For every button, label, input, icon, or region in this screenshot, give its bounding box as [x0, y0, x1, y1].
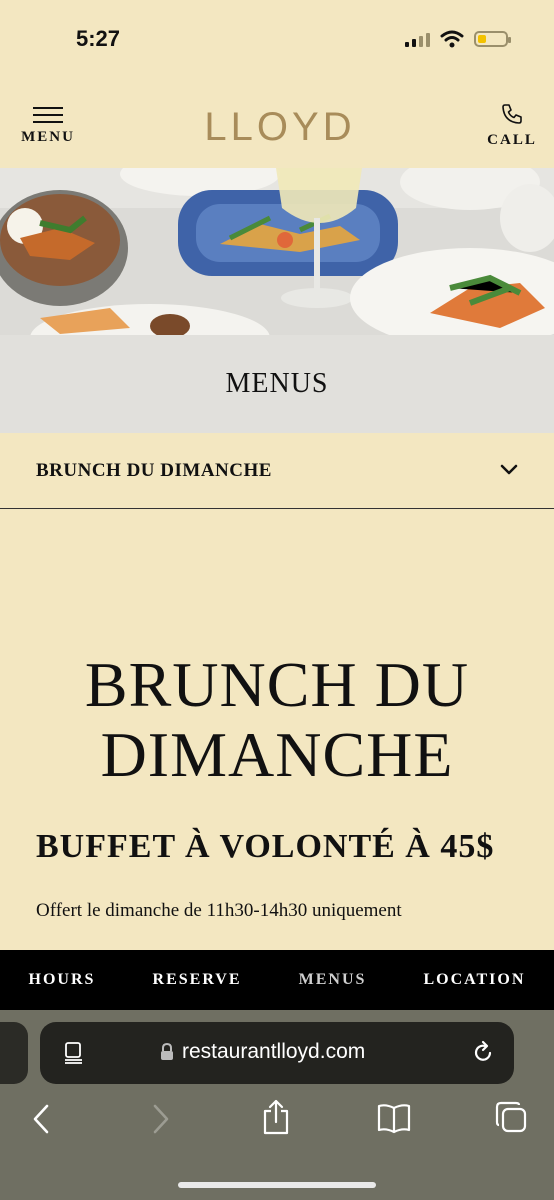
nav-hours[interactable]: HOURS: [29, 971, 96, 989]
status-time: 5:27: [76, 26, 121, 51]
share-icon[interactable]: [260, 1098, 292, 1136]
menus-heading: MENUS: [225, 368, 329, 399]
forward-icon[interactable]: [150, 1102, 172, 1136]
hamburger-icon: [33, 107, 63, 123]
chevron-down-icon: [500, 464, 518, 475]
battery-level: [478, 35, 486, 43]
bottom-nav: HOURS RESERVE MENUS LOCATION: [0, 950, 554, 1010]
call-label: CALL: [487, 132, 537, 148]
price-subtitle: BUFFET À VOLONTÉ À 45$: [36, 828, 495, 865]
dropdown-selected-value: BRUNCH DU DIMANCHE: [36, 460, 272, 481]
availability-text: Offert le dimanche de 11h30-14h30 unique…: [36, 900, 402, 921]
reload-icon[interactable]: [470, 1040, 496, 1066]
back-icon[interactable]: [30, 1102, 52, 1136]
call-button[interactable]: CALL: [484, 102, 540, 149]
browser-toolbar: [0, 1099, 554, 1152]
logo[interactable]: LLOYD: [202, 102, 358, 152]
menu-label: MENU: [21, 129, 75, 145]
section-title-line1: BRUNCH DU: [84, 649, 470, 720]
reader-icon[interactable]: [62, 1041, 86, 1065]
wifi-icon: [440, 30, 464, 48]
hero-illustration: [0, 168, 554, 335]
site-header: MENU LLOYD CALL: [0, 80, 554, 168]
bookmarks-icon[interactable]: [376, 1102, 412, 1134]
hero-food-image: [0, 168, 554, 335]
menu-select-dropdown[interactable]: BRUNCH DU DIMANCHE: [0, 433, 554, 509]
section-title-line2: DIMANCHE: [100, 719, 454, 790]
lock-icon: [161, 1043, 173, 1060]
status-bar: 5:27: [0, 0, 554, 80]
previous-tab-stub[interactable]: [0, 1022, 28, 1084]
phone-icon: [502, 104, 522, 124]
cellular-signal-icon: [405, 31, 430, 47]
home-indicator: [178, 1182, 376, 1188]
status-icons: [405, 30, 511, 48]
nav-location[interactable]: LOCATION: [423, 971, 525, 989]
battery-icon: [474, 31, 511, 47]
browser-chrome: restaurantlloyd.com: [0, 1010, 554, 1200]
menus-heading-band: MENUS: [0, 335, 554, 433]
section-title: BRUNCH DU DIMANCHE: [0, 650, 554, 790]
address-bar[interactable]: restaurantlloyd.com: [40, 1022, 514, 1084]
nav-menus[interactable]: MENUS: [299, 971, 367, 989]
menu-button[interactable]: MENU: [18, 102, 78, 146]
nav-reserve[interactable]: RESERVE: [153, 971, 242, 989]
tabs-icon[interactable]: [494, 1100, 528, 1134]
url-text: restaurantlloyd.com: [182, 1040, 366, 1063]
